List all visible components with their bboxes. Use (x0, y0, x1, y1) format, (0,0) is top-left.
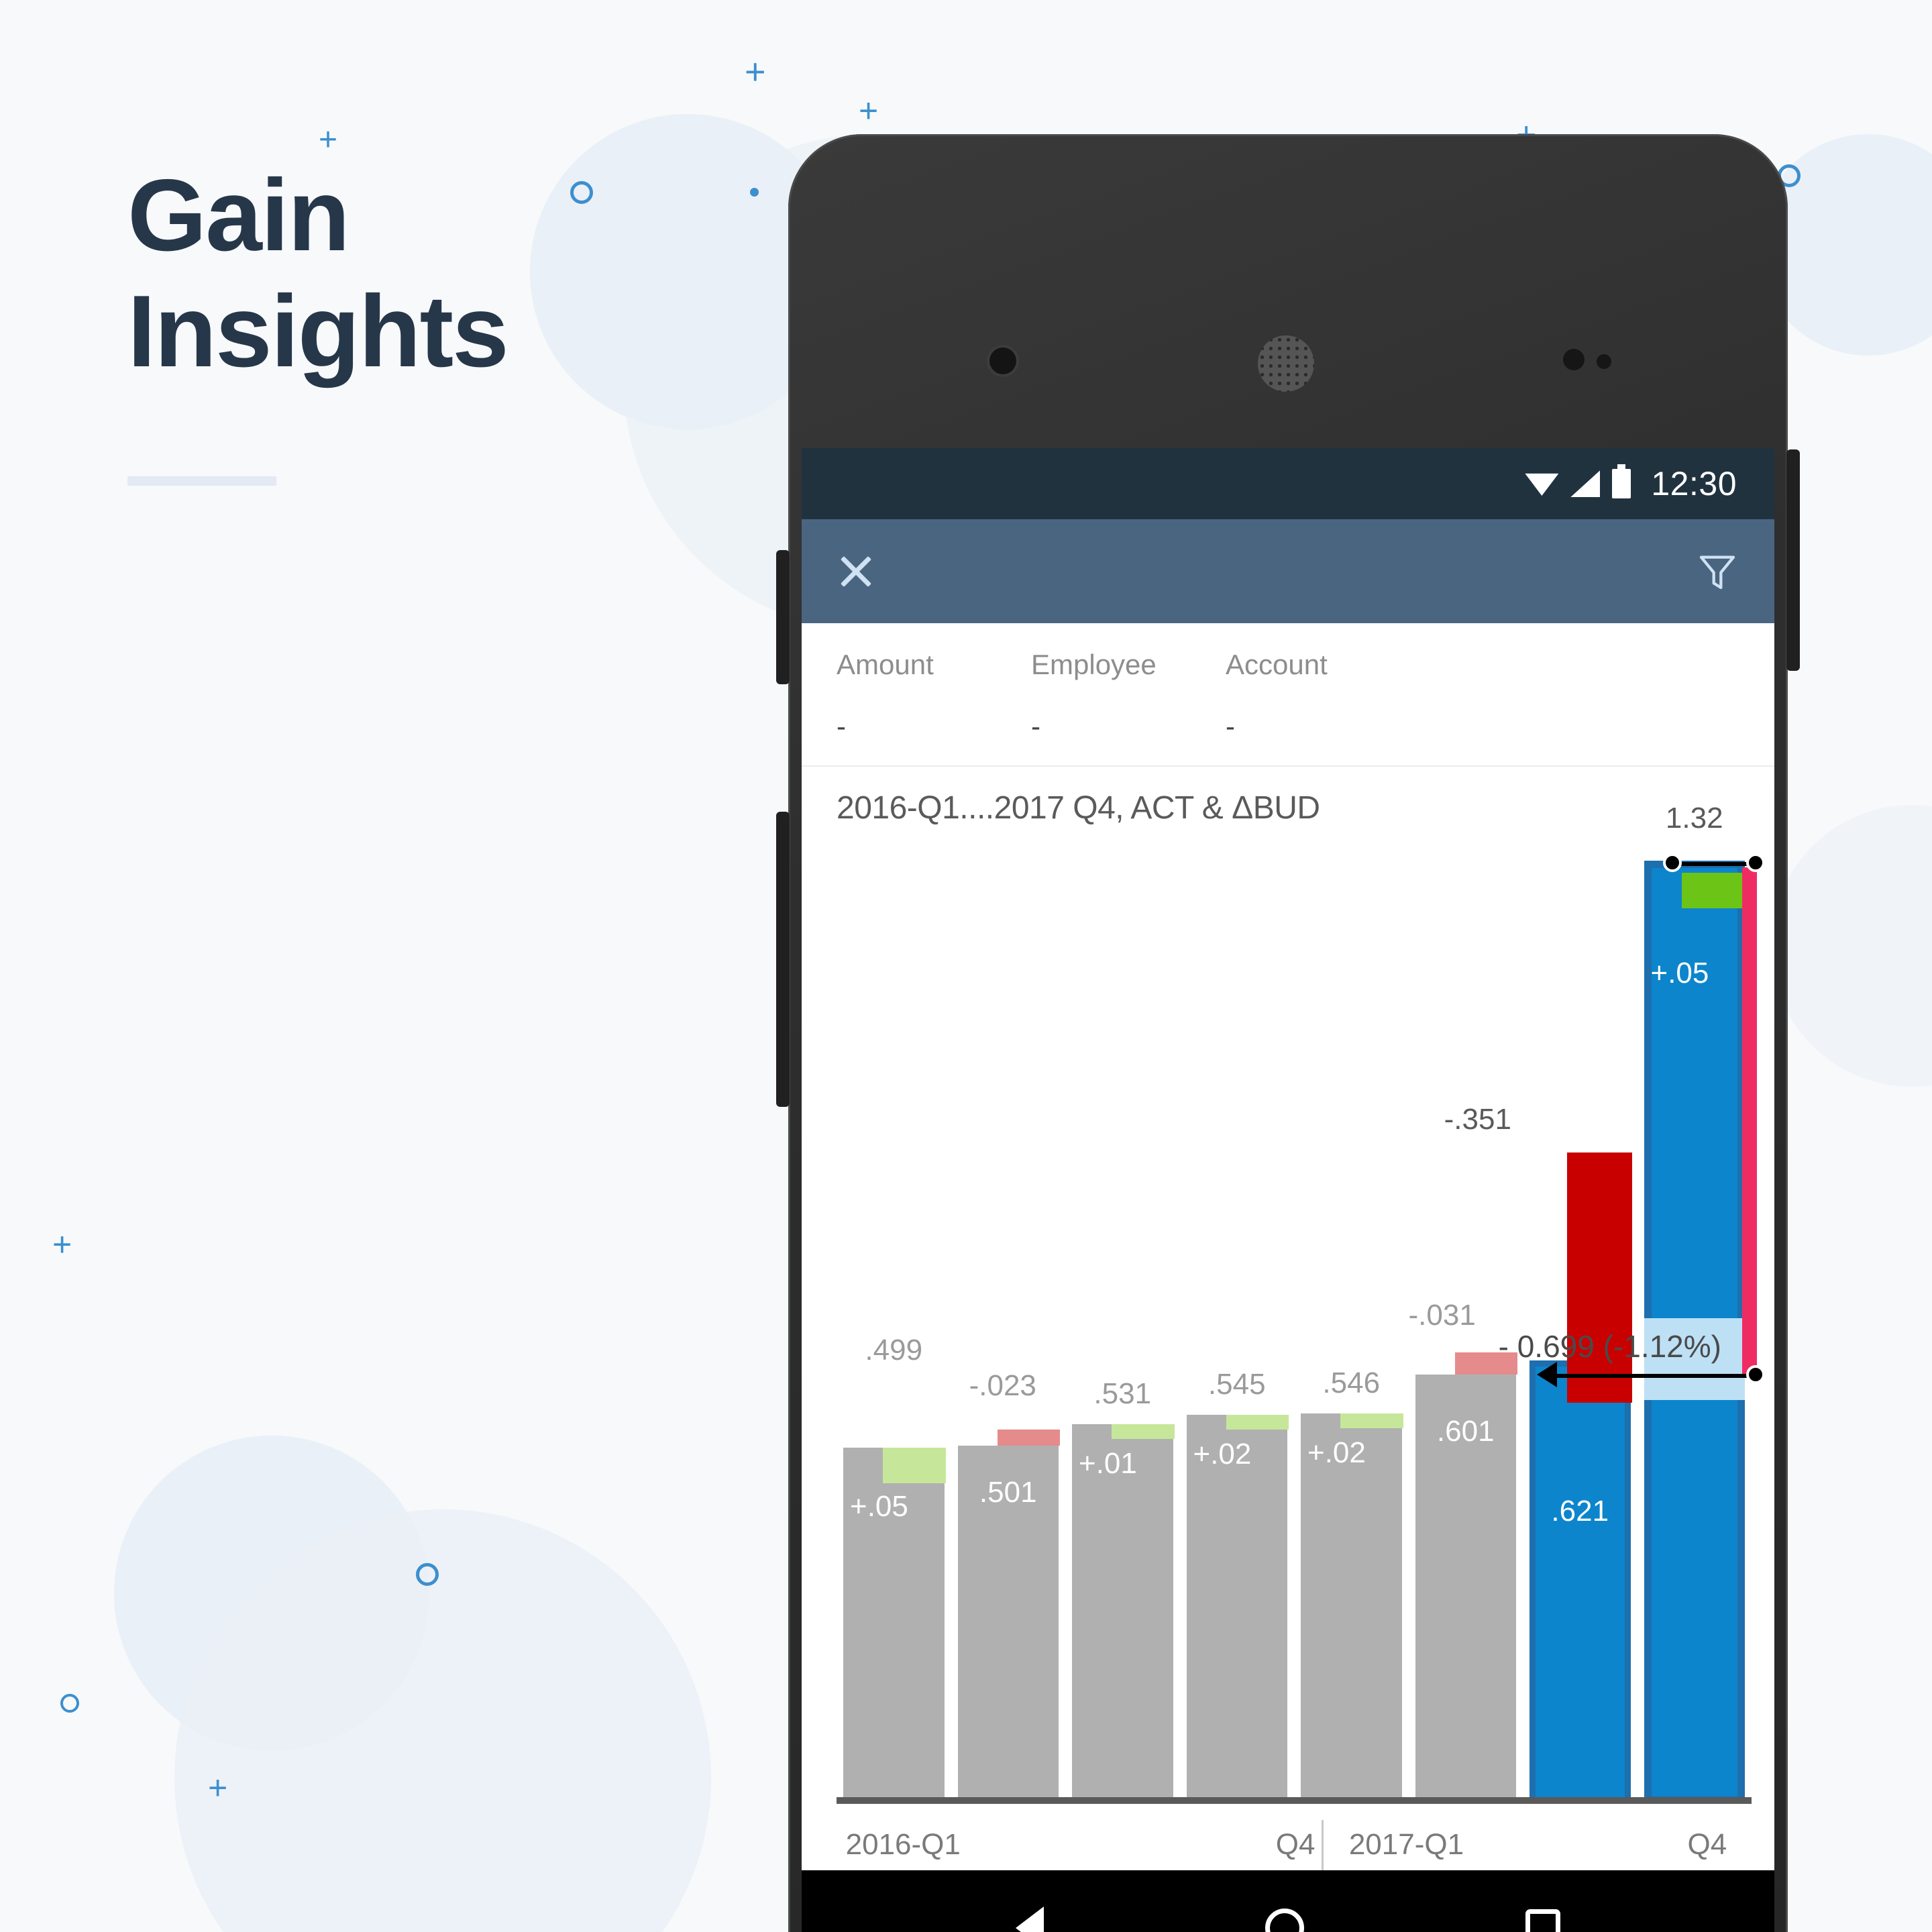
act-bar[interactable] (1529, 1360, 1631, 1804)
x-axis-tick-label: 2016-Q1 (845, 1828, 961, 1861)
delta-value-label: -.031 (1408, 1298, 1476, 1332)
filter-value: - (837, 710, 846, 742)
circle-outline-icon (416, 1563, 439, 1586)
plus-icon: + (319, 122, 338, 158)
act-value-label: .546 (1322, 1366, 1381, 1400)
delta-value-label: -.351 (1444, 1102, 1511, 1136)
filter-label: Amount (837, 649, 934, 680)
circle-outline-icon (60, 1694, 79, 1713)
bar-slot[interactable]: .545 +.02 (1186, 861, 1289, 1804)
annotation-line-top (1680, 862, 1756, 866)
chart-annotation-text: - 0.699 (-1.12%) (1498, 1328, 1721, 1364)
filter-funnel-icon[interactable] (1695, 550, 1739, 593)
wifi-icon (1525, 473, 1559, 496)
headline-underline (127, 476, 276, 486)
power-button[interactable] (1786, 449, 1800, 671)
act-bar[interactable] (1072, 1424, 1173, 1804)
chart-title: 2016-Q1....2017 Q4, ACT & ΔBUD (837, 790, 1320, 826)
status-clock: 12:30 (1651, 465, 1737, 502)
delta-bud-box[interactable] (997, 1429, 1060, 1446)
act-bar[interactable] (1186, 1414, 1287, 1804)
filter-column-amount[interactable]: Amount - (837, 649, 1031, 743)
chart-plot-area[interactable]: .499 +.05 .501 -.023 .531 +.01 .545 +.02 .546 +.0… (837, 802, 1765, 1804)
filter-row: Amount - Employee - Account - (837, 649, 1739, 743)
bar-slot[interactable]: .531 +.01 (1072, 861, 1175, 1804)
act-value-label: .501 (979, 1476, 1037, 1509)
annotation-endpoint-dot (1663, 853, 1682, 872)
home-circle-icon[interactable] (1265, 1909, 1304, 1932)
headline-line-2: Insights (127, 274, 509, 389)
plus-icon: + (859, 92, 879, 129)
close-icon[interactable] (837, 552, 875, 591)
x-axis-tick-label: Q4 (1687, 1828, 1727, 1861)
filter-value: - (1226, 710, 1235, 742)
act-value-label: .545 (1208, 1367, 1266, 1401)
plus-icon: + (52, 1226, 72, 1263)
delta-value-label: +.05 (850, 1489, 908, 1523)
x-axis-tick-label: 2017-Q1 (1348, 1828, 1464, 1861)
reference-delta-bar (1742, 867, 1757, 1378)
filter-label: Employee (1031, 649, 1157, 680)
delta-value-label: +.05 (1650, 957, 1709, 990)
promo-headline: Gain Insights (127, 158, 509, 390)
bar-slot[interactable]: .501 -.023 (957, 861, 1060, 1804)
filter-summary: Amount - Employee - Account - (802, 623, 1774, 767)
delta-value-label: +.02 (1193, 1437, 1252, 1470)
back-triangle-icon[interactable] (1016, 1907, 1044, 1932)
act-bar[interactable] (1301, 1413, 1402, 1804)
chart-axis-line (837, 1797, 1752, 1804)
phone-screen: 12:30 Amount - Employee - Account - 2016… (802, 448, 1774, 1932)
delta-bud-box[interactable] (1567, 1152, 1632, 1403)
headline-line-1: Gain (127, 158, 350, 272)
android-status-bar: 12:30 (802, 448, 1774, 519)
circle-outline-icon (570, 181, 593, 204)
delta-value-label: +.01 (1079, 1447, 1137, 1481)
app-toolbar (802, 519, 1774, 623)
light-sensor-icon (1597, 354, 1611, 369)
x-axis-tick-label: Q4 (1275, 1828, 1316, 1861)
annotation-arrowhead (1537, 1361, 1557, 1387)
chart-container: 2016-Q1....2017 Q4, ACT & ΔBUD .499 +.05.… (802, 767, 1774, 1921)
battery-icon (1612, 464, 1631, 498)
annotation-endpoint-dot (1746, 1364, 1765, 1384)
phone-mockup: 12:30 Amount - Employee - Account - 2016… (776, 134, 1800, 1932)
filter-column-account[interactable]: Account - (1226, 649, 1427, 743)
status-icons (1525, 464, 1631, 498)
delta-value-label: -.023 (969, 1368, 1036, 1402)
earpiece-speaker-icon (1258, 335, 1314, 392)
delta-bud-box[interactable] (1681, 873, 1746, 909)
act-value-label: .621 (1551, 1494, 1609, 1527)
delta-bud-box[interactable] (1112, 1424, 1175, 1440)
delta-bud-box[interactable] (883, 1447, 946, 1483)
delta-bud-box[interactable] (1226, 1414, 1289, 1430)
android-nav-bar (802, 1870, 1774, 1932)
plus-icon: + (208, 1769, 228, 1807)
bar-slot[interactable]: .546 +.02 (1301, 861, 1403, 1804)
volume-button[interactable] (776, 550, 790, 684)
volume-button[interactable] (776, 812, 790, 1107)
annotation-endpoint-dot (1746, 853, 1765, 872)
signal-icon (1570, 470, 1601, 497)
front-camera-icon (989, 347, 1016, 374)
act-value-label: .499 (865, 1333, 923, 1366)
filter-column-employee[interactable]: Employee - (1031, 649, 1226, 743)
annotation-line-bottom (1554, 1373, 1756, 1378)
plus-icon: + (745, 52, 766, 92)
proximity-sensor-icon (1563, 349, 1585, 370)
act-value-label: .601 (1436, 1414, 1495, 1448)
act-value-label: .531 (1093, 1377, 1152, 1411)
bar-slot[interactable]: .499 +.05 (843, 861, 946, 1804)
recents-square-icon[interactable] (1525, 1909, 1560, 1932)
filter-value: - (1031, 710, 1040, 742)
background-blob (1771, 805, 1932, 1087)
delta-value-label: +.02 (1307, 1436, 1366, 1470)
dot-icon (750, 188, 759, 197)
act-value-label: 1.32 (1665, 802, 1723, 835)
filter-label: Account (1226, 649, 1328, 680)
delta-bud-box[interactable] (1340, 1413, 1403, 1429)
